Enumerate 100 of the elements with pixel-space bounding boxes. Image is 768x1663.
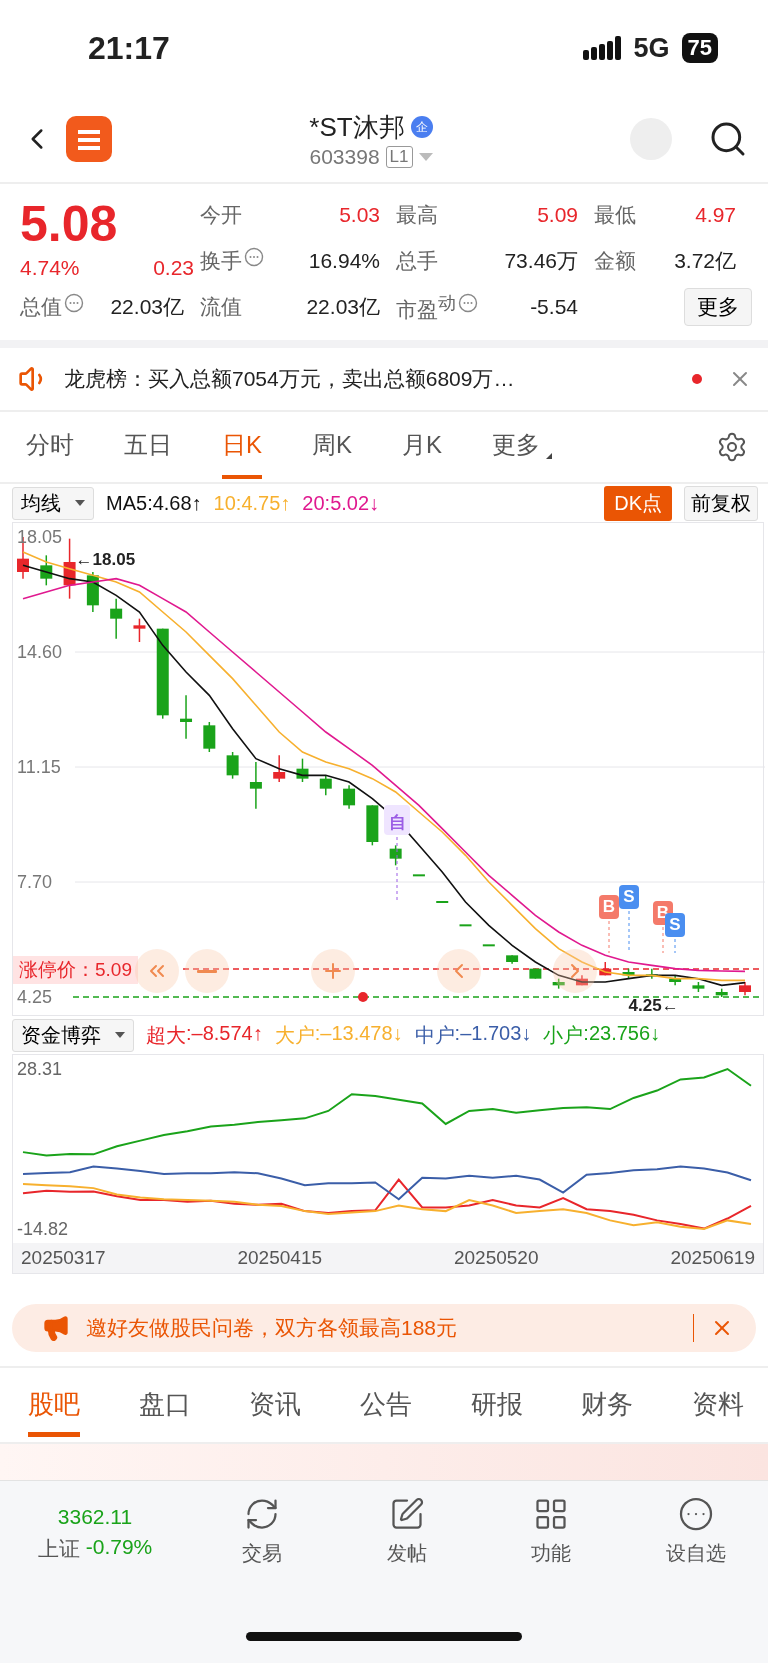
period-tab[interactable]: 分时 <box>26 415 74 479</box>
candlestick <box>669 974 682 987</box>
candlestick <box>249 761 262 810</box>
period-tab[interactable]: 更多 <box>492 415 553 479</box>
candlestick <box>226 751 239 780</box>
legend-name: 10 <box>213 491 236 515</box>
legend-value: :–8.574↑ <box>186 1021 263 1046</box>
candlestick <box>296 757 309 783</box>
period-tab[interactable]: 日K <box>222 415 262 479</box>
more-button[interactable]: 更多 <box>684 288 752 326</box>
candlestick <box>412 874 425 877</box>
stat-value: 5.09 <box>537 203 578 227</box>
megaphone-icon <box>42 1314 70 1342</box>
candlestick <box>40 554 53 587</box>
settings-icon[interactable] <box>716 431 748 463</box>
legend-value: :23.756↓ <box>583 1021 661 1046</box>
period-tab[interactable]: 五日 <box>124 415 172 479</box>
content-tab[interactable]: 资讯 <box>249 1373 302 1437</box>
stat-label: 换手 <box>200 248 242 274</box>
double-left-button[interactable] <box>135 949 179 993</box>
stat-label: 流值 <box>200 294 242 320</box>
candlestick <box>715 987 728 998</box>
stat-value: -5.54 <box>530 295 578 319</box>
dk-button[interactable]: DK点 <box>604 485 672 521</box>
indicator-select[interactable]: 资金博弈 <box>12 1018 134 1052</box>
app-logo <box>66 116 112 162</box>
legend-name: 小户 <box>543 1022 584 1048</box>
candlestick <box>529 967 542 980</box>
toolbar-button[interactable]: 交易 <box>190 1495 335 1568</box>
plus-button[interactable] <box>311 949 355 993</box>
candlestick <box>622 967 635 980</box>
index-name[interactable]: 上证 <box>37 1535 80 1563</box>
legend-value: :–1.703↓ <box>454 1021 532 1046</box>
left-button[interactable] <box>437 949 481 993</box>
stat-value: 16.94% <box>308 249 380 273</box>
content-tab[interactable]: 研报 <box>470 1373 523 1437</box>
stat-label: 金额 <box>594 248 636 274</box>
date-label: 20250619 <box>670 1247 755 1269</box>
candlestick <box>273 754 286 783</box>
stat-label: 今开 <box>200 202 242 228</box>
change-percent: 4.74% <box>20 256 80 280</box>
stat-label: 总手 <box>396 248 438 274</box>
content-tab[interactable]: 盘口 <box>138 1373 191 1437</box>
candlestick <box>389 844 402 867</box>
date-label: 20250520 <box>453 1247 539 1269</box>
candlestick <box>459 924 472 927</box>
more-icon <box>677 1496 714 1532</box>
axis-label: 28.31 <box>17 1059 63 1079</box>
stat-value: 4.97 <box>695 203 736 227</box>
stat-label: 市盈$^{动}$ <box>396 291 456 323</box>
network-label: 5G <box>633 32 670 64</box>
candlestick <box>506 954 519 965</box>
content-tab[interactable]: 财务 <box>581 1373 634 1437</box>
indicator-select[interactable]: 均线 <box>12 486 94 520</box>
battery-level: 75 <box>681 33 718 63</box>
promo-text: 邀好友做股民问卷，双方各领最高188元 <box>86 1315 459 1341</box>
high-price-label: ←18.05 <box>75 550 136 570</box>
adjust-button[interactable]: 前复权 <box>684 485 758 521</box>
toolbar-button[interactable]: 设自选 <box>623 1495 768 1568</box>
candlestick <box>63 537 76 600</box>
status-time: 21:17 <box>88 29 170 67</box>
minus-button[interactable] <box>185 949 229 993</box>
content-tab[interactable]: 公告 <box>359 1373 412 1437</box>
period-tab[interactable]: 周K <box>312 415 353 479</box>
candlestick <box>203 721 216 753</box>
legend-value: :5.02↓ <box>324 491 380 515</box>
right-button[interactable] <box>553 949 597 993</box>
legend-name: MA5 <box>106 491 148 515</box>
dropdown-icon[interactable] <box>418 152 433 161</box>
legend-name: 中户 <box>414 1022 455 1048</box>
candlestick <box>739 981 751 997</box>
change-amount: 0.23 <box>153 256 194 280</box>
candlestick <box>552 977 565 990</box>
content-tab[interactable]: 资料 <box>691 1373 744 1437</box>
toolbar-button[interactable]: 发帖 <box>334 1495 479 1568</box>
minus-icon <box>197 969 217 973</box>
current-price: 5.08 <box>20 196 119 252</box>
low-price-label: 4.25← <box>628 996 679 1015</box>
period-tab[interactable]: 月K <box>402 415 443 479</box>
toolbar-button[interactable]: 功能 <box>479 1495 624 1568</box>
axis-label: 11.15 <box>17 757 61 777</box>
date-label: 20250317 <box>21 1247 106 1269</box>
candlestick <box>343 784 356 810</box>
candlestick <box>482 944 495 947</box>
candlestick <box>110 597 123 640</box>
notice-text[interactable]: 龙虎榜：买入总额7054万元，卖出总额6809万… <box>64 365 678 393</box>
stat-value: 3.72亿 <box>674 248 736 274</box>
content-tab[interactable]: 股吧 <box>28 1373 80 1437</box>
date-label: 20250415 <box>237 1247 323 1269</box>
enterprise-badge: 企 <box>410 116 433 138</box>
event-dot <box>358 992 368 1002</box>
axis-label: 4.25 <box>17 987 53 1007</box>
candlestick <box>436 901 449 903</box>
signal-icon <box>583 36 622 60</box>
stat-label: 总值 <box>20 294 62 320</box>
candlestick <box>180 694 193 740</box>
stock-code: 603398 <box>309 144 380 169</box>
axis-label: -14.82 <box>17 1219 69 1239</box>
candlestick <box>645 967 658 980</box>
stock-title: *ST沐邦 <box>309 110 405 144</box>
